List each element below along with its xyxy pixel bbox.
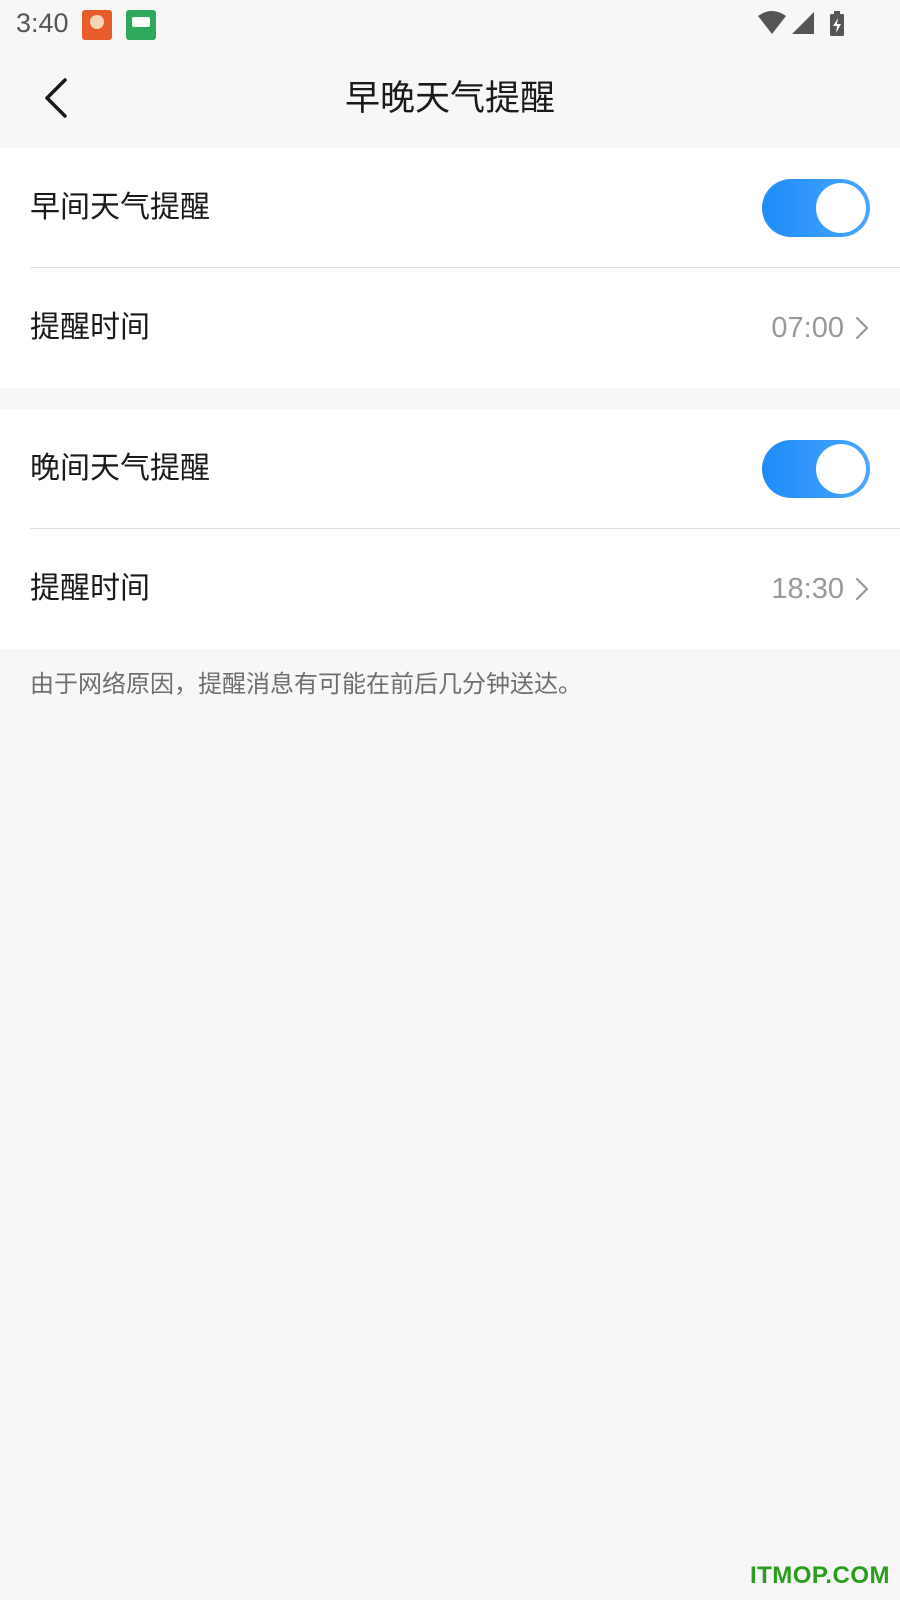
toggle-knob	[816, 183, 866, 233]
app-notification-icon	[126, 10, 156, 40]
evening-reminder-group: 晚间天气提醒 提醒时间 18:30	[0, 409, 900, 649]
morning-time-value: 07:00	[771, 312, 844, 344]
battery-charging-icon	[830, 11, 844, 36]
morning-reminder-label: 早间天气提醒	[30, 190, 210, 225]
evening-time-value: 18:30	[771, 573, 844, 605]
page-title: 早晚天气提醒	[344, 79, 555, 119]
evening-reminder-label: 晚间天气提醒	[30, 451, 210, 486]
chevron-left-icon	[45, 78, 67, 118]
watermark: ITMOP.COM	[749, 1562, 890, 1589]
evening-time-row[interactable]: 提醒时间 18:30	[0, 529, 900, 649]
app-notification-icon	[82, 10, 112, 40]
evening-reminder-toggle[interactable]	[762, 440, 870, 498]
nav-bar: 早晚天气提醒	[0, 50, 900, 148]
morning-time-row[interactable]: 提醒时间 07:00	[0, 268, 900, 388]
status-bar: 3:40	[0, 0, 900, 50]
morning-time-label: 提醒时间	[30, 310, 150, 345]
status-icons	[758, 10, 848, 40]
chevron-right-icon	[855, 577, 869, 601]
morning-reminder-toggle[interactable]	[762, 179, 870, 237]
evening-time-label: 提醒时间	[30, 571, 150, 606]
status-time: 3:40	[16, 8, 69, 38]
toggle-knob	[816, 444, 866, 494]
wifi-icon	[758, 11, 786, 34]
chevron-right-icon	[855, 316, 869, 340]
cellular-signal-icon	[792, 12, 814, 34]
delivery-note: 由于网络原因，提醒消息有可能在前后几分钟送达。	[30, 670, 582, 698]
evening-reminder-row: 晚间天气提醒	[0, 409, 900, 529]
back-button[interactable]	[30, 72, 80, 124]
morning-reminder-row: 早间天气提醒	[0, 148, 900, 268]
morning-reminder-group: 早间天气提醒 提醒时间 07:00	[0, 148, 900, 388]
